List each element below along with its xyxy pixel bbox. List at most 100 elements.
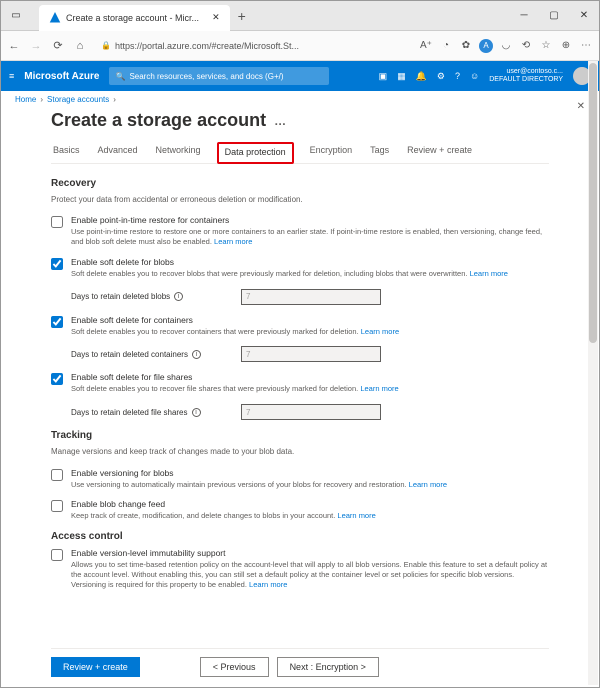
- next-button[interactable]: Next : Encryption >: [277, 657, 379, 677]
- review-create-button[interactable]: Review + create: [51, 657, 140, 677]
- gear-icon[interactable]: ⚙: [437, 71, 445, 82]
- forward-icon: →: [29, 40, 43, 52]
- lock-icon: 🔒: [101, 41, 111, 50]
- tab-strip: Basics Advanced Networking Data protecti…: [51, 141, 549, 164]
- refresh-icon[interactable]: ⟳: [51, 39, 65, 52]
- tab-basics[interactable]: Basics: [51, 141, 82, 163]
- breadcrumb-home[interactable]: Home: [15, 95, 36, 104]
- more-actions-icon[interactable]: …: [274, 114, 286, 128]
- breadcrumb-accounts[interactable]: Storage accounts: [47, 95, 109, 104]
- read-aloud-icon[interactable]: ◔: [439, 40, 453, 51]
- previous-button[interactable]: < Previous: [200, 657, 269, 677]
- checkbox-soft-cont[interactable]: [51, 316, 63, 328]
- azure-search[interactable]: 🔍 Search resources, services, and docs (…: [109, 67, 329, 85]
- collections-icon[interactable]: ⊕: [559, 40, 573, 51]
- profile-icon[interactable]: A: [479, 39, 493, 53]
- immut-label: Enable version-level immutability suppor…: [71, 548, 549, 558]
- recovery-heading: Recovery: [51, 178, 549, 189]
- azure-brand[interactable]: Microsoft Azure: [24, 71, 99, 82]
- pitr-learn-more[interactable]: Learn more: [214, 237, 252, 246]
- favorites-icon[interactable]: ☆: [539, 40, 553, 51]
- soft-cont-learn-more[interactable]: Learn more: [361, 327, 399, 336]
- search-placeholder: Search resources, services, and docs (G+…: [129, 72, 283, 81]
- tab-networking[interactable]: Networking: [154, 141, 203, 163]
- info-icon[interactable]: i: [192, 408, 201, 417]
- vertical-scrollbar[interactable]: [588, 61, 598, 685]
- hamburger-icon[interactable]: ≡: [9, 71, 14, 81]
- chevron-right-icon: ›: [40, 95, 43, 104]
- tab-advanced[interactable]: Advanced: [96, 141, 140, 163]
- feedback-icon[interactable]: ☺: [470, 71, 479, 81]
- chevron-right-icon: ›: [113, 95, 116, 104]
- soft-cont-days-input[interactable]: [241, 346, 381, 362]
- option-changefeed: Enable blob change feed Keep track of cr…: [51, 499, 549, 521]
- soft-cont-label: Enable soft delete for containers: [71, 315, 549, 325]
- cloud-shell-icon[interactable]: ▣: [379, 71, 388, 82]
- soft-cont-days-label: Days to retain deleted containersi: [71, 350, 231, 359]
- option-versioning: Enable versioning for blobs Use versioni…: [51, 468, 549, 490]
- info-icon[interactable]: i: [192, 350, 201, 359]
- help-icon[interactable]: ?: [455, 71, 460, 81]
- user-info[interactable]: user@contoso.c... DEFAULT DIRECTORY: [489, 68, 563, 83]
- breadcrumb: Home › Storage accounts ›: [1, 91, 599, 108]
- extension2-icon[interactable]: ⟲: [519, 40, 533, 51]
- close-blade-icon[interactable]: ✕: [577, 101, 585, 112]
- tab-list-icon[interactable]: ▭: [1, 1, 31, 31]
- option-soft-file: Enable soft delete for file shares Soft …: [51, 372, 549, 394]
- soft-file-label: Enable soft delete for file shares: [71, 372, 549, 382]
- home-icon[interactable]: ⌂: [73, 40, 87, 52]
- back-icon[interactable]: ←: [7, 40, 21, 52]
- option-soft-cont: Enable soft delete for containers Soft d…: [51, 315, 549, 337]
- option-immutability: Enable version-level immutability suppor…: [51, 548, 549, 589]
- scrollbar-thumb[interactable]: [589, 63, 597, 343]
- soft-blob-learn-more[interactable]: Learn more: [470, 269, 508, 278]
- minimize-button[interactable]: ─: [509, 1, 539, 31]
- checkbox-changefeed[interactable]: [51, 500, 63, 512]
- tracking-heading: Tracking: [51, 430, 549, 441]
- wizard-footer: Review + create < Previous Next : Encryp…: [51, 648, 549, 677]
- tab-review[interactable]: Review + create: [405, 141, 474, 163]
- directories-icon[interactable]: ▦: [397, 71, 406, 82]
- tab-tags[interactable]: Tags: [368, 141, 391, 163]
- azure-header: ≡ Microsoft Azure 🔍 Search resources, se…: [1, 61, 599, 91]
- settings-icon[interactable]: ⋯: [579, 40, 593, 51]
- soft-file-days-label: Days to retain deleted file sharesi: [71, 408, 231, 417]
- info-icon[interactable]: i: [174, 292, 183, 301]
- recovery-desc: Protect your data from accidental or err…: [51, 195, 549, 205]
- browser-tab[interactable]: Create a storage account - Micr... ✕: [39, 5, 230, 31]
- soft-blob-label: Enable soft delete for blobs: [71, 257, 549, 267]
- close-tab-icon[interactable]: ✕: [212, 12, 220, 23]
- extension1-icon[interactable]: ◡: [499, 40, 513, 51]
- maximize-button[interactable]: ▢: [539, 1, 569, 31]
- notifications-icon[interactable]: 🔔: [416, 71, 427, 82]
- checkbox-soft-file[interactable]: [51, 373, 63, 385]
- text-size-icon[interactable]: A⁺: [419, 40, 433, 51]
- tab-title: Create a storage account - Micr...: [66, 13, 199, 23]
- new-tab-button[interactable]: +: [238, 8, 246, 24]
- tab-data-protection[interactable]: Data protection: [217, 142, 294, 164]
- option-pitr: Enable point-in-time restore for contain…: [51, 215, 549, 247]
- soft-blob-days-input[interactable]: [241, 289, 381, 305]
- access-heading: Access control: [51, 531, 549, 542]
- search-icon: 🔍: [115, 72, 125, 81]
- checkbox-immutability[interactable]: [51, 549, 63, 561]
- checkbox-versioning[interactable]: [51, 469, 63, 481]
- url-field[interactable]: 🔒 https://portal.azure.com/#create/Micro…: [95, 38, 305, 54]
- soft-blob-days-label: Days to retain deleted blobsi: [71, 292, 231, 301]
- soft-file-learn-more[interactable]: Learn more: [360, 384, 398, 393]
- browser-address-bar: ← → ⟳ ⌂ 🔒 https://portal.azure.com/#crea…: [1, 31, 599, 61]
- soft-file-days-input[interactable]: [241, 404, 381, 420]
- changefeed-learn-more[interactable]: Learn more: [337, 511, 375, 520]
- tab-encryption[interactable]: Encryption: [308, 141, 355, 163]
- checkbox-pitr[interactable]: [51, 216, 63, 228]
- tracking-desc: Manage versions and keep track of change…: [51, 447, 549, 457]
- azure-favicon-icon: [49, 12, 61, 24]
- changefeed-label: Enable blob change feed: [71, 499, 549, 509]
- checkbox-soft-blob[interactable]: [51, 258, 63, 270]
- option-soft-blob: Enable soft delete for blobs Soft delete…: [51, 257, 549, 279]
- page-title: Create a storage account …: [51, 108, 549, 141]
- immut-learn-more[interactable]: Learn more: [249, 580, 287, 589]
- shopping-icon[interactable]: ✿: [459, 40, 473, 51]
- close-window-button[interactable]: ✕: [569, 1, 599, 31]
- versioning-learn-more[interactable]: Learn more: [409, 480, 447, 489]
